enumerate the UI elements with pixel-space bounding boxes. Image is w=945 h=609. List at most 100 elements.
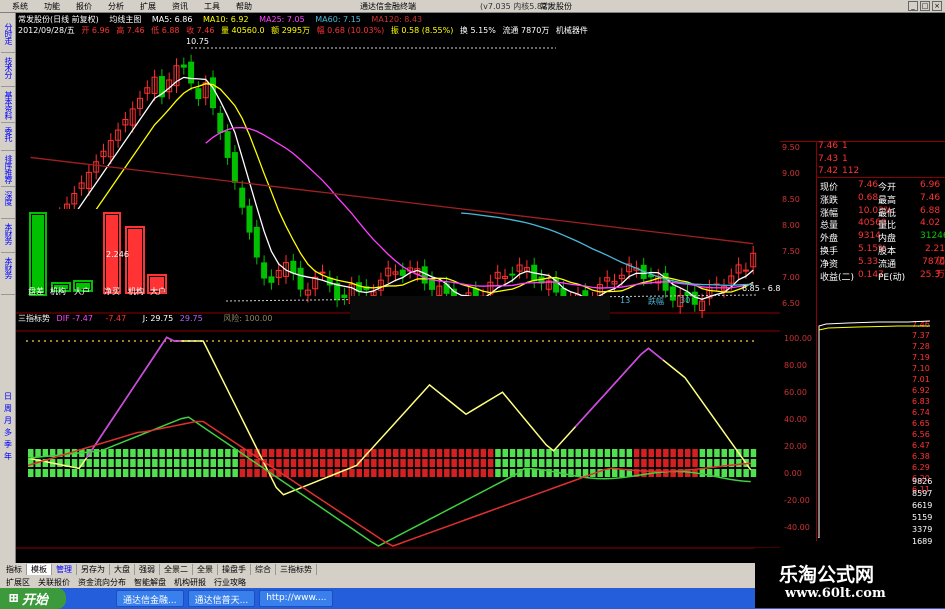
signal-square: [298, 459, 304, 467]
order-price-1: 7.46: [818, 141, 839, 151]
tab-triple-indicator[interactable]: 三指标势: [276, 564, 317, 575]
signal-square: [436, 459, 443, 467]
tab-research[interactable]: 机构研报: [170, 577, 210, 588]
quote-cell-5-0: 换手: [820, 247, 839, 257]
menu-info[interactable]: 资讯: [164, 1, 196, 12]
signal-square: [195, 449, 202, 457]
signal-square: [137, 459, 143, 467]
minimize-icon[interactable]: _: [908, 1, 918, 11]
signal-square: [144, 459, 151, 467]
tab-manage[interactable]: 管理: [52, 564, 77, 575]
bar-label-jingmai: 净买: [104, 287, 120, 296]
tab-trader[interactable]: 操盘手: [218, 564, 251, 575]
signal-square: [422, 469, 428, 477]
tab-composite[interactable]: 综合: [251, 564, 276, 575]
menu-function[interactable]: 功能: [36, 1, 68, 12]
sector-label[interactable]: 机械器件: [556, 26, 588, 35]
signal-square: [604, 469, 611, 477]
tab-smart-analysis[interactable]: 智能解盘: [130, 577, 170, 588]
candle-body: [399, 269, 406, 276]
signal-square: [225, 449, 231, 457]
tab-basic-info[interactable]: 基本资料: [1, 89, 15, 123]
signal-square: [152, 469, 158, 477]
signal-square: [28, 469, 34, 477]
start-button[interactable]: ⊞ 开始: [0, 588, 66, 609]
period-week[interactable]: 周: [1, 403, 15, 414]
signal-square: [685, 449, 691, 457]
signal-square: [451, 469, 457, 477]
signal-square: [524, 469, 530, 477]
menu-system[interactable]: 系统: [4, 1, 36, 12]
tab-template[interactable]: 模板: [27, 564, 52, 575]
signal-square: [130, 459, 136, 467]
tab-finance-2[interactable]: 本财务: [1, 255, 15, 295]
quote-panel: 7.46 1 7.43 1 7.42 112 现价 7.46 今开 6.96 涨跌 0.68 最高…: [780, 13, 945, 546]
signal-square: [144, 469, 151, 477]
menu-quote[interactable]: 报价: [68, 1, 100, 12]
tab-strength[interactable]: 强弱: [135, 564, 160, 575]
period-year[interactable]: 年: [1, 451, 15, 462]
signal-square: [728, 449, 735, 457]
tab-tech-analysis[interactable]: 技术分析: [1, 55, 15, 87]
signal-square: [626, 459, 633, 467]
menu-analysis[interactable]: 分析: [100, 1, 132, 12]
tab-order[interactable]: 委托: [1, 125, 15, 151]
tab-fund-flow[interactable]: 资金流向分布: [74, 577, 130, 588]
stock-name: 常发股份(日线 前复权): [18, 15, 99, 24]
tab-related-quote[interactable]: 关联报价: [34, 577, 74, 588]
period-month[interactable]: 月: [1, 415, 15, 426]
candle-body: [319, 271, 326, 274]
task-browser[interactable]: http://www....: [259, 590, 334, 607]
bottom-num-3: 30: [680, 296, 691, 305]
task-tdx-2[interactable]: 通达信普天...: [187, 590, 256, 607]
ma120-label: MA120: 8.43: [371, 15, 423, 24]
signal-square: [414, 459, 421, 467]
main-indicator-name[interactable]: 均线主图: [109, 15, 141, 24]
signal-square: [225, 459, 231, 467]
tab-saveas[interactable]: 另存为: [77, 564, 110, 575]
close-icon[interactable]: ×: [932, 1, 942, 11]
period-multi[interactable]: 多: [1, 427, 15, 438]
signal-square: [356, 469, 362, 477]
tab-industry[interactable]: 行业攻略: [210, 577, 250, 588]
quote-cell-7-0: 收益(二): [820, 272, 855, 283]
menu-help[interactable]: 帮助: [228, 1, 260, 12]
candle-body: [509, 273, 516, 276]
maximize-icon[interactable]: □: [920, 1, 930, 11]
quote-cell-1-0: 涨跌: [820, 195, 839, 206]
tab-f10[interactable]: 深度F10: [1, 189, 15, 219]
tab-panorama[interactable]: 全景: [193, 564, 218, 575]
task-tdx-1[interactable]: 通达信金融...: [116, 590, 184, 607]
tab-market[interactable]: 大盘: [110, 564, 135, 575]
tab-panorama2[interactable]: 全景二: [160, 564, 193, 575]
signal-square: [122, 459, 129, 467]
signal-square: [305, 469, 311, 477]
menu-extend[interactable]: 扩展: [132, 1, 164, 12]
watermark-title: 乐淘公式网: [779, 564, 875, 586]
tab-finance[interactable]: 本财务: [1, 221, 15, 253]
candle-body: [472, 288, 479, 297]
period-quarter[interactable]: 季: [1, 439, 15, 450]
signal-square: [407, 469, 414, 477]
ma25-label: MA25: 7.05: [259, 15, 305, 24]
signal-square: [575, 459, 581, 467]
signal-square: [159, 469, 165, 477]
tab-ranking[interactable]: 排序推荐: [1, 153, 15, 187]
signal-square: [473, 459, 479, 467]
order-vol-3: 112: [842, 166, 860, 176]
indicator-name[interactable]: 三指标势: [18, 314, 50, 323]
signal-square: [560, 449, 567, 457]
tab-indicator[interactable]: 指标: [2, 564, 27, 575]
signal-square: [101, 459, 107, 467]
bar-high: 高 7.46: [116, 26, 145, 35]
signal-square: [42, 469, 49, 477]
candle-body: [297, 267, 304, 290]
candle-body: [246, 205, 253, 233]
windows-logo-icon: ⊞: [8, 591, 19, 606]
tab-timeshare[interactable]: 分时走势: [1, 21, 15, 53]
signal-square: [670, 459, 676, 467]
tab-extension[interactable]: 扩展区: [2, 577, 34, 588]
menu-tools[interactable]: 工具: [196, 1, 228, 12]
signal-square: [188, 469, 195, 477]
period-day[interactable]: 日: [1, 391, 15, 402]
